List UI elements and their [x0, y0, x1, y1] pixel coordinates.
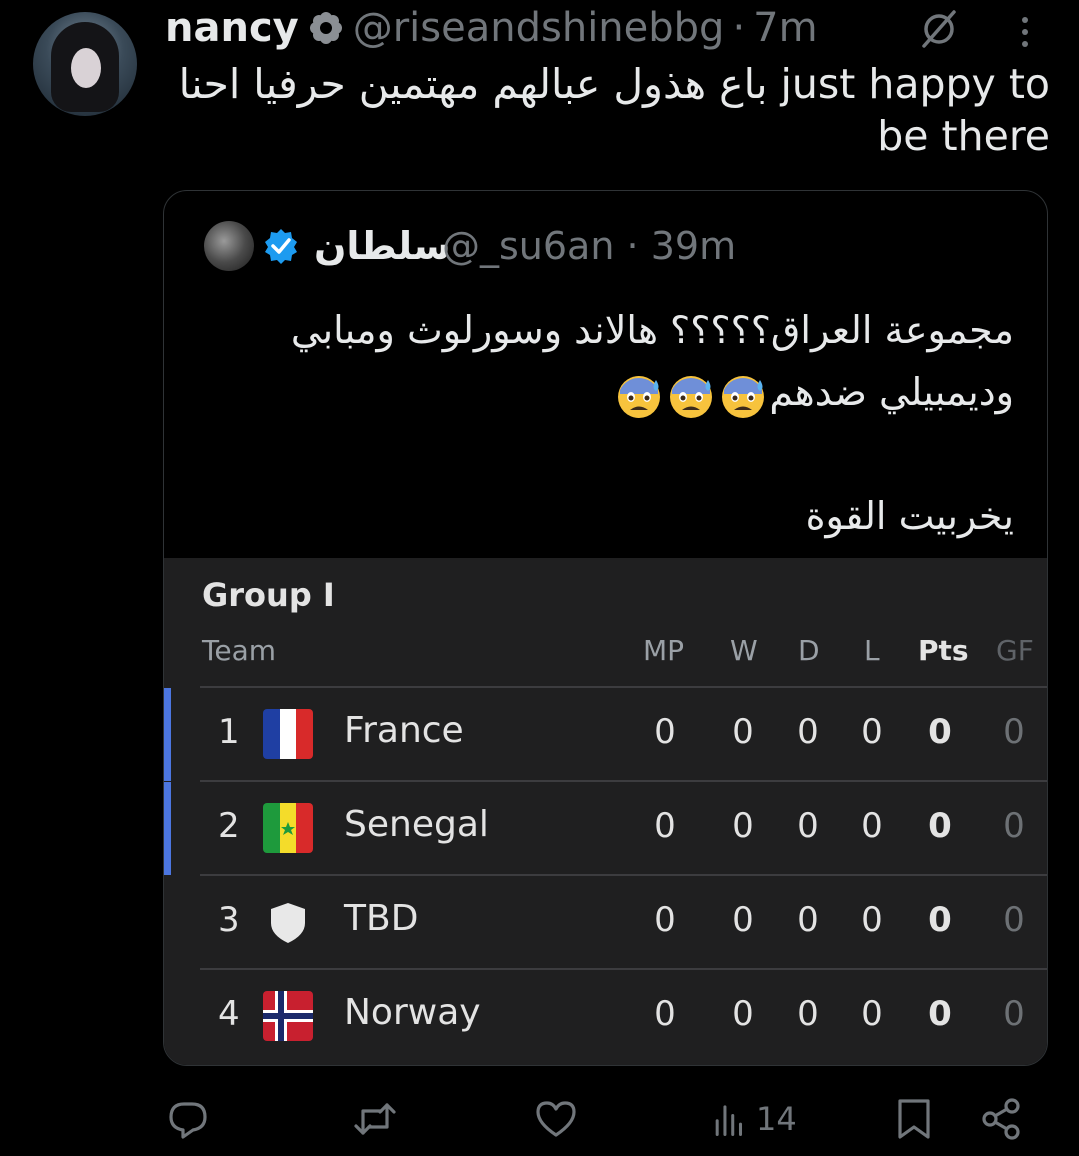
header-team: Team [202, 634, 277, 667]
header-d: D [798, 634, 820, 667]
team-name: France [344, 710, 464, 751]
quote-text: مجموعة العراق؟؟؟؟؟ هالاند وسورلوث ومبابي… [204, 299, 1014, 547]
team-name: Norway [344, 992, 481, 1033]
cell-pts: 0 [928, 712, 952, 752]
table-row: 3 TBD 0 0 0 0 0 0 [164, 876, 1047, 969]
retweet-button[interactable] [353, 1096, 397, 1142]
retweet-icon [354, 1103, 396, 1135]
senegal-flag-icon [263, 803, 313, 853]
tweet-text: باع هذول عبالهم مهتمين حرفيا احنا just h… [160, 58, 1050, 162]
reply-button[interactable] [166, 1096, 210, 1142]
cell-w: 0 [732, 900, 754, 940]
header-l: L [864, 634, 880, 667]
cell-l: 0 [861, 994, 883, 1034]
group-standings-image[interactable]: Group I Team MP W D L Pts GF 1 France 0 … [164, 558, 1047, 1065]
table-row: 4 Norway 0 0 0 0 0 0 [164, 970, 1047, 1063]
anxious-sweat-emoji-icon [670, 375, 713, 418]
france-flag-icon [263, 709, 313, 759]
cell-d: 0 [797, 900, 819, 940]
qualification-accent [164, 688, 171, 781]
cell-pts: 0 [928, 806, 952, 846]
reply-icon [169, 1102, 207, 1139]
shield-placeholder-icon [271, 903, 305, 943]
header-pts: Pts [918, 634, 969, 667]
row-position: 2 [218, 806, 240, 846]
group-title: Group I [202, 576, 335, 614]
table-row: 2 Senegal 0 0 0 0 0 0 [164, 782, 1047, 875]
tweet-text-line: باع هذول عبالهم مهتمين حرفيا احنا just h… [178, 60, 1050, 108]
table-row: 1 France 0 0 0 0 0 0 [164, 688, 1047, 781]
quote-time[interactable]: 39m [651, 224, 736, 268]
cell-mp: 0 [654, 806, 676, 846]
more-vertical-icon[interactable] [1010, 14, 1040, 50]
quote-author-name[interactable]: سلطان [314, 221, 451, 271]
tweet-actions: 14 [0, 1090, 1079, 1150]
quote-text-line-2: وديمبيلي ضدهم [204, 361, 1014, 423]
tweet-header: nancy @riseandshinebbg · 7m [165, 4, 818, 52]
share-button[interactable] [980, 1096, 1024, 1142]
meta-separator: · [626, 224, 639, 268]
flower-badge-icon [309, 12, 342, 44]
views-button[interactable]: 14 [712, 1096, 797, 1142]
cell-w: 0 [732, 994, 754, 1034]
cell-pts: 0 [928, 900, 952, 940]
cell-gf: 0 [1003, 712, 1025, 752]
meta-separator: · [732, 5, 746, 51]
cell-gf: 0 [1003, 994, 1025, 1034]
header-w: W [730, 634, 758, 667]
cell-w: 0 [732, 712, 754, 752]
team-name: TBD [344, 898, 419, 939]
anxious-sweat-emoji-icon [618, 375, 661, 418]
mute-icon[interactable] [918, 8, 960, 50]
cell-l: 0 [861, 712, 883, 752]
quoted-tweet[interactable]: سلطان @_su6an · 39m مجموعة العراق؟؟؟؟؟ ه… [163, 190, 1048, 1066]
cell-l: 0 [861, 900, 883, 940]
quote-text-span: وديمبيلي ضدهم [769, 370, 1014, 414]
row-position: 4 [218, 994, 240, 1034]
cell-mp: 0 [654, 994, 676, 1034]
bookmark-button[interactable] [892, 1096, 936, 1142]
cell-l: 0 [861, 806, 883, 846]
header-gf: GF [996, 634, 1034, 667]
cell-mp: 0 [654, 712, 676, 752]
cell-d: 0 [797, 994, 819, 1034]
like-icon [536, 1101, 576, 1137]
cell-d: 0 [797, 806, 819, 846]
row-position: 1 [218, 712, 240, 752]
tweet-text-line: be there [877, 112, 1050, 160]
views-count: 14 [756, 1100, 797, 1138]
cell-w: 0 [732, 806, 754, 846]
bookmark-icon [898, 1099, 930, 1139]
qualification-accent [164, 782, 171, 875]
quote-text-line: يخربيت القوة [805, 494, 1014, 538]
quote-text-blank-line [204, 423, 1014, 485]
cell-mp: 0 [654, 900, 676, 940]
quote-avatar[interactable] [204, 221, 254, 271]
quote-author-handle[interactable]: @_su6an [442, 224, 614, 268]
cell-gf: 0 [1003, 900, 1025, 940]
cell-pts: 0 [928, 994, 952, 1034]
quote-text-line: مجموعة العراق؟؟؟؟؟ هالاند وسورلوث ومبابي [290, 308, 1014, 352]
cell-d: 0 [797, 712, 819, 752]
author-name[interactable]: nancy [165, 5, 299, 51]
like-button[interactable] [534, 1096, 578, 1142]
cell-gf: 0 [1003, 806, 1025, 846]
anxious-sweat-emoji-icon [722, 375, 765, 418]
tweet-time[interactable]: 7m [753, 5, 817, 51]
verified-badge-icon [265, 229, 297, 264]
views-icon [715, 1105, 743, 1137]
row-position: 3 [218, 900, 240, 940]
team-name: Senegal [344, 804, 489, 845]
header-mp: MP [643, 634, 685, 667]
quote-meta: @_su6an · 39m [442, 221, 736, 271]
avatar-face [71, 48, 101, 88]
norway-flag-icon [263, 991, 313, 1041]
author-avatar[interactable] [33, 12, 137, 116]
share-icon [982, 1098, 1020, 1140]
author-handle[interactable]: @riseandshinebbg [353, 5, 725, 51]
